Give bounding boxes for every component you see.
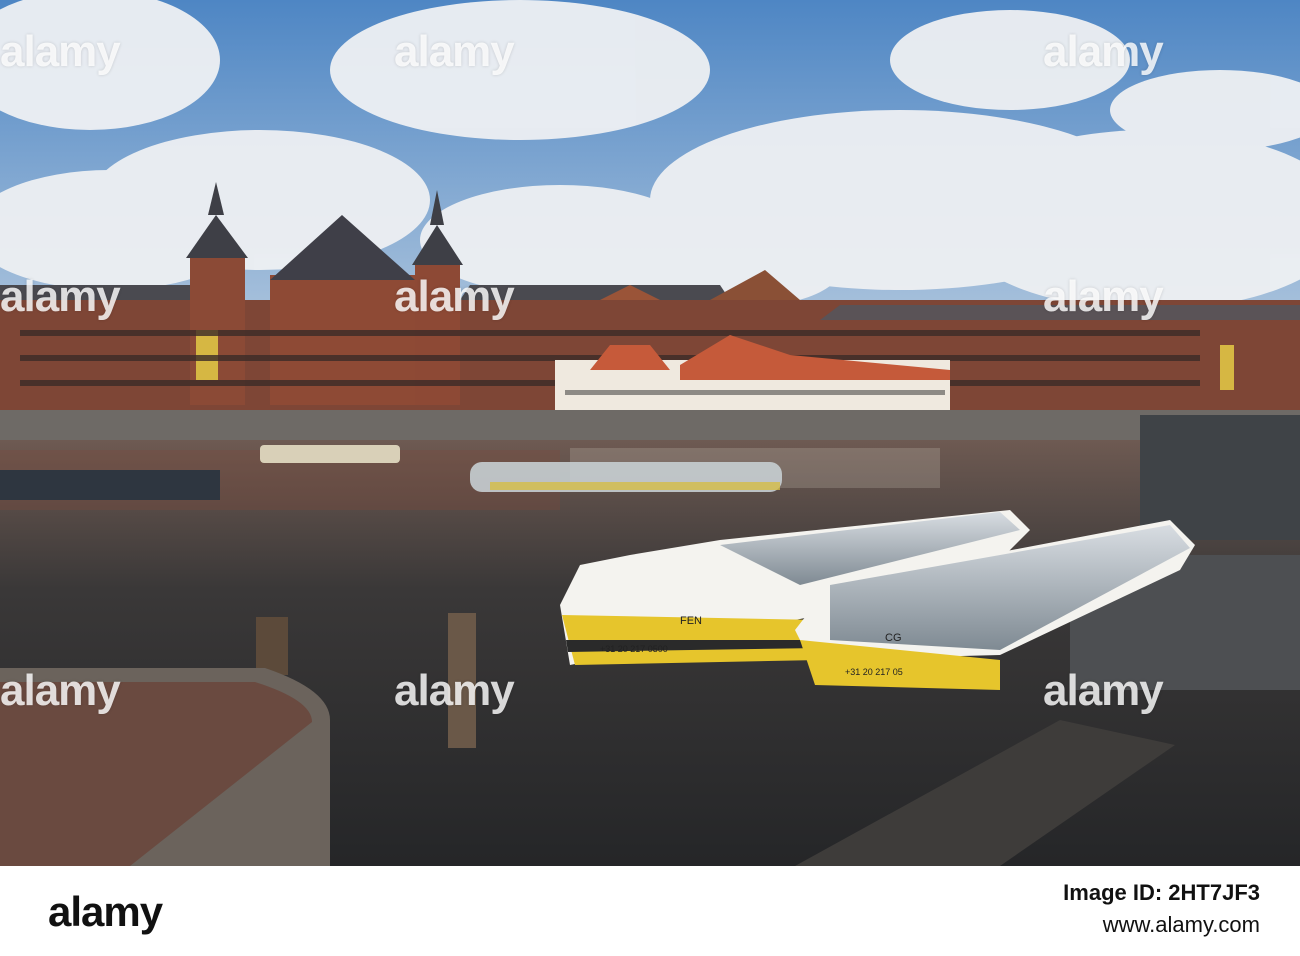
boat-label-fen: FEN bbox=[680, 615, 702, 627]
mooring-post-1 bbox=[256, 617, 288, 675]
alamy-logo: alamy bbox=[48, 888, 163, 935]
watermark-text: alamy bbox=[394, 666, 515, 715]
boat-phone-2: +31 20 217 05 bbox=[845, 667, 903, 677]
watermark-text: alamy bbox=[1043, 666, 1164, 715]
watermark-text: alamy bbox=[0, 666, 121, 715]
boat-phone-1: +31 20 217 0500 bbox=[600, 644, 668, 654]
watermark-text: alamy bbox=[1043, 272, 1164, 321]
watermark-text: alamy bbox=[0, 27, 121, 76]
watermark-text: alamy bbox=[394, 27, 515, 76]
image-info: Image ID: 2HT7JF3 www.alamy.com bbox=[1063, 880, 1260, 938]
distant-boat bbox=[260, 445, 400, 463]
footer-bar: alamy Image ID: 2HT7JF3 www.alamy.com bbox=[0, 866, 1300, 956]
watermark-text: alamy bbox=[394, 272, 515, 321]
boat-label-cg: CG bbox=[885, 632, 902, 644]
site-url: www.alamy.com bbox=[1102, 912, 1260, 937]
canal-scene: FEN +31 20 217 0500 CG +31 20 217 05 bbox=[0, 0, 1300, 866]
photo: FEN +31 20 217 0500 CG +31 20 217 05 ala… bbox=[0, 0, 1300, 866]
image-id: Image ID: 2HT7JF3 bbox=[1063, 880, 1260, 905]
watermark-text: alamy bbox=[0, 272, 121, 321]
watermark-text: alamy bbox=[1043, 27, 1164, 76]
pontoon-left bbox=[0, 470, 220, 500]
